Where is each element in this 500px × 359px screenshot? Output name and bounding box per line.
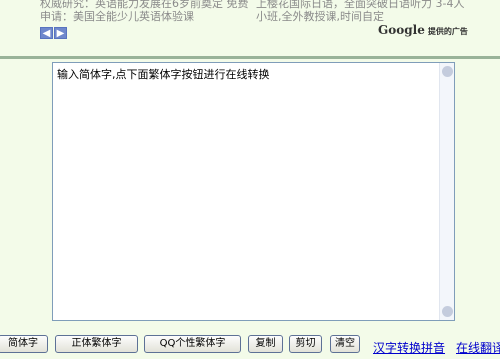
cut-button[interactable]: 剪切 (289, 335, 322, 353)
arrow-right-icon[interactable]: ▶ (54, 27, 67, 39)
ad-nav: ◀ ▶ (40, 27, 67, 39)
google-logo[interactable]: Google (378, 23, 425, 37)
qq-traditional-button[interactable]: QQ个性繁体字 (144, 335, 241, 353)
traditional-button[interactable]: 正体繁体字 (55, 335, 138, 353)
simplified-button[interactable]: 简体字 (0, 335, 48, 353)
editor-container (52, 62, 455, 321)
ad-right-line2[interactable]: 小班,全外教授课,时间自定 (256, 10, 500, 23)
text-editor[interactable] (53, 63, 439, 320)
scroll-down-icon[interactable] (442, 306, 453, 317)
google-ads-note[interactable]: 提供的广告 (428, 26, 468, 37)
ad-left-line1[interactable]: 权威研究：英语能力发展在6岁前奠定 免费 (40, 0, 254, 10)
clear-button[interactable]: 清空 (330, 335, 360, 353)
ad-right[interactable]: 上樱花国际日语，全面突破日语听力 3-4人 小班,全外教授课,时间自定 (256, 0, 500, 23)
ad-banner: 权威研究：英语能力发展在6岁前奠定 免费 申请：美国全能少儿英语体验课 上樱花国… (0, 0, 500, 56)
pinyin-link[interactable]: 汉字转换拼音 (373, 339, 445, 356)
scroll-up-icon[interactable] (442, 66, 453, 77)
ad-right-line1[interactable]: 上樱花国际日语，全面突破日语听力 3-4人 (256, 0, 500, 10)
google-ads-attribution[interactable]: Google 提供的广告 (378, 23, 468, 37)
scrollbar[interactable] (439, 63, 454, 320)
ad-left-line2[interactable]: 申请：美国全能少儿英语体验课 (40, 10, 254, 23)
translate-link[interactable]: 在线翻译 (456, 339, 500, 356)
button-row: 简体字 正体繁体字 QQ个性繁体字 复制 剪切 清空 汉字转换拼音 在线翻译 (0, 335, 500, 359)
ad-left[interactable]: 权威研究：英语能力发展在6岁前奠定 免费 申请：美国全能少儿英语体验课 (40, 0, 254, 23)
divider (0, 56, 500, 59)
arrow-left-icon[interactable]: ◀ (40, 27, 53, 39)
copy-button[interactable]: 复制 (248, 335, 283, 353)
